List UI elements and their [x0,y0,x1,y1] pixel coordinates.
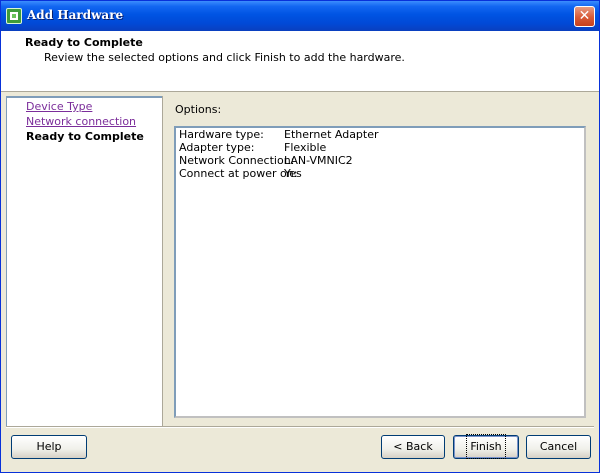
vm-hardware-icon [6,8,22,24]
option-key: Connect at power on: [179,167,298,180]
option-key: Hardware type: [179,128,264,141]
page-description: Review the selected options and click Fi… [44,51,405,64]
window-title: Add Hardware [27,8,124,22]
add-hardware-dialog: Add Hardware ✕ Ready to Complete Review … [0,0,600,473]
option-value: Ethernet Adapter [284,128,379,141]
option-value: Flexible [284,141,327,154]
option-value: Yes [284,167,302,180]
step-network-connection-link[interactable]: Network connection [26,115,136,128]
finish-button-label: Finish [466,434,506,459]
wizard-header: Ready to Complete Review the selected op… [1,31,599,92]
option-value: LAN-VMNIC2 [284,154,353,167]
footer-divider [6,426,594,428]
step-device-type-link[interactable]: Device Type [26,100,92,113]
close-icon: ✕ [578,8,591,24]
back-button-label: < Back [393,440,433,453]
option-key: Adapter type: [179,141,255,154]
close-button[interactable]: ✕ [574,6,595,27]
options-label: Options: [175,103,222,116]
cancel-button-label: Cancel [539,440,578,453]
panel-divider [162,96,163,426]
finish-button[interactable]: Finish [453,434,519,459]
cancel-button[interactable]: Cancel [526,435,591,459]
wizard-steps-panel: Device Type Network connection Ready to … [6,96,162,428]
help-button[interactable]: Help [11,435,87,459]
help-button-label: Help [36,440,62,453]
title-bar[interactable]: Add Hardware ✕ [1,1,599,31]
options-summary-box[interactable]: Hardware type: Ethernet Adapter Adapter … [174,126,586,418]
option-key: Network Connection: [179,154,295,167]
step-ready-to-complete: Ready to Complete [26,130,144,143]
back-button[interactable]: < Back [381,435,445,459]
page-title: Ready to Complete [25,36,143,49]
